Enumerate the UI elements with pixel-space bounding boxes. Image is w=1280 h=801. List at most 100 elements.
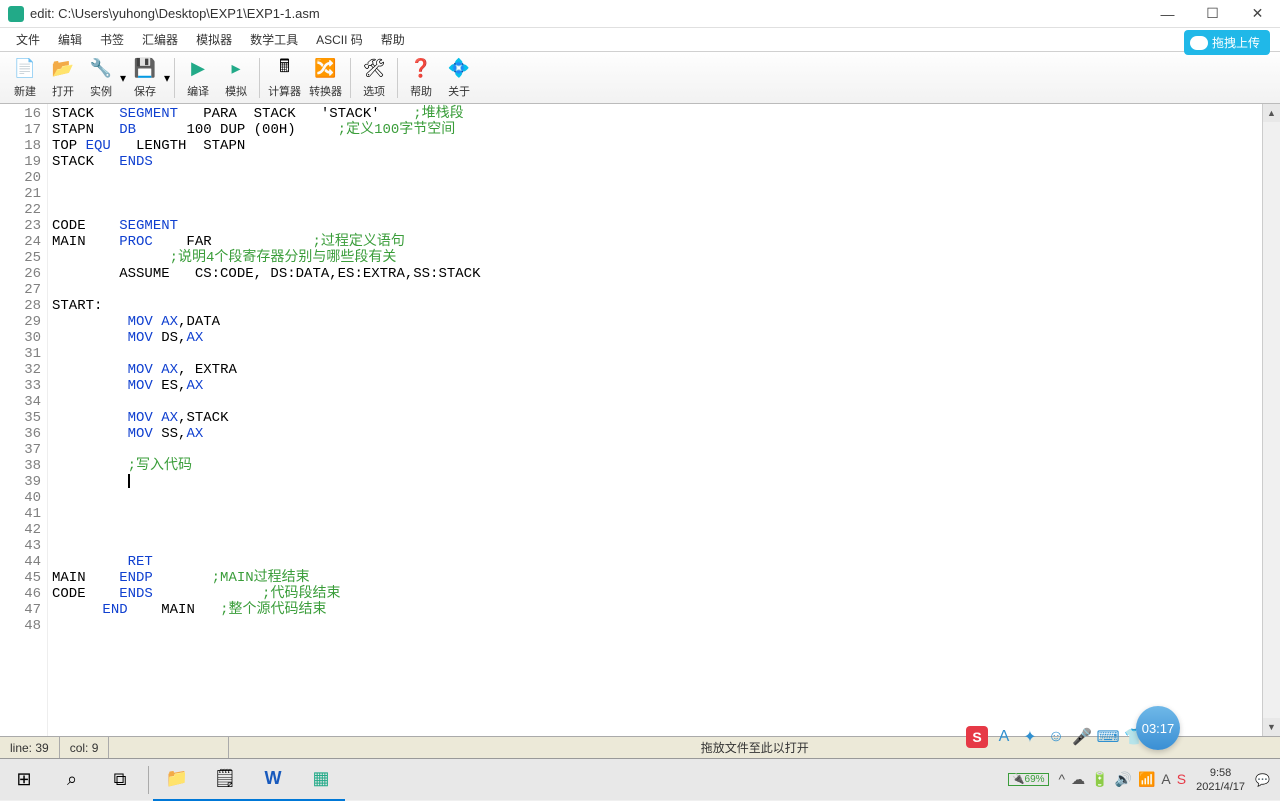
tool-关于[interactable]: 💠关于: [440, 54, 478, 102]
line-number-gutter: 1617181920212223242526272829303132333435…: [0, 104, 48, 736]
code-line[interactable]: [52, 202, 1280, 218]
code-line[interactable]: MAIN PROC FAR ;过程定义语句: [52, 234, 1280, 250]
ime-mic-icon[interactable]: 🎤: [1072, 727, 1092, 747]
menu-数学工具[interactable]: 数学工具: [242, 28, 306, 51]
tray-sogou-icon[interactable]: S: [1177, 771, 1186, 788]
tool-模拟[interactable]: ▸模拟: [217, 54, 255, 102]
code-line[interactable]: STACK ENDS: [52, 154, 1280, 170]
code-line[interactable]: MOV AX,DATA: [52, 314, 1280, 330]
模拟-icon: ▸: [224, 57, 248, 81]
dropdown-icon[interactable]: ▾: [164, 71, 170, 85]
code-line[interactable]: [52, 282, 1280, 298]
ime-punct-icon[interactable]: ✦: [1020, 727, 1040, 747]
关于-icon: 💠: [447, 57, 471, 81]
menu-编辑[interactable]: 编辑: [50, 28, 90, 51]
scroll-down-icon[interactable]: ▼: [1263, 718, 1280, 736]
code-line[interactable]: CODE SEGMENT: [52, 218, 1280, 234]
code-line[interactable]: ASSUME CS:CODE, DS:DATA,ES:EXTRA,SS:STAC…: [52, 266, 1280, 282]
tray-wifi-icon[interactable]: 📶: [1138, 771, 1155, 788]
clock[interactable]: 9:58 2021/4/17: [1196, 766, 1245, 794]
text-cursor: [128, 474, 130, 488]
code-line[interactable]: [52, 538, 1280, 554]
menu-文件[interactable]: 文件: [8, 28, 48, 51]
ime-letter-icon[interactable]: A: [994, 727, 1014, 747]
editor-area: 1617181920212223242526272829303132333435…: [0, 104, 1280, 736]
upload-label: 拖拽上传: [1212, 34, 1260, 51]
code-line[interactable]: [52, 506, 1280, 522]
tray-volume-icon[interactable]: 🔊: [1115, 771, 1132, 788]
window-title: edit: C:\Users\yuhong\Desktop\EXP1\EXP1-…: [30, 6, 1145, 21]
code-line[interactable]: MOV ES,AX: [52, 378, 1280, 394]
tool-新建[interactable]: 📄新建: [6, 54, 44, 102]
code-line[interactable]: MAIN ENDP ;MAIN过程结束: [52, 570, 1280, 586]
code-line[interactable]: ;写入代码: [52, 458, 1280, 474]
sogou-icon[interactable]: S: [966, 726, 988, 748]
upload-button[interactable]: 拖拽上传: [1184, 30, 1270, 55]
app2-task-icon[interactable]: 🗒: [201, 759, 249, 801]
taskview-button[interactable]: ⧉: [96, 759, 144, 801]
taskbar: ⊞ ⌕ ⧉ 📁 🗒 W ▦ 🔌 69% ^ ☁ 🔋 🔊 📶 A S 9:58 2…: [0, 758, 1280, 800]
tool-选项[interactable]: 🛠选项: [355, 54, 393, 102]
code-line[interactable]: STACK SEGMENT PARA STACK 'STACK' ;堆栈段: [52, 106, 1280, 122]
ime-keyboard-icon[interactable]: ⌨: [1098, 727, 1118, 747]
code-line[interactable]: TOP EQU LENGTH STAPN: [52, 138, 1280, 154]
code-line[interactable]: MOV SS,AX: [52, 426, 1280, 442]
tool-转换器[interactable]: 🔀转换器: [305, 54, 346, 102]
battery-icon[interactable]: 🔌 69%: [1008, 773, 1048, 786]
close-button[interactable]: ✕: [1235, 0, 1280, 28]
tool-打开[interactable]: 📂打开: [44, 54, 82, 102]
minimize-button[interactable]: —: [1145, 0, 1190, 28]
notifications-icon[interactable]: 💬: [1255, 773, 1270, 787]
code-line[interactable]: [52, 618, 1280, 634]
title-bar: edit: C:\Users\yuhong\Desktop\EXP1\EXP1-…: [0, 0, 1280, 28]
code-line[interactable]: [52, 186, 1280, 202]
tool-计算器[interactable]: 🖩计算器: [264, 54, 305, 102]
code-line[interactable]: [52, 442, 1280, 458]
status-col: col: 9: [60, 737, 110, 758]
scroll-up-icon[interactable]: ▲: [1263, 104, 1280, 122]
code-line[interactable]: CODE ENDS ;代码段结束: [52, 586, 1280, 602]
code-line[interactable]: MOV AX,STACK: [52, 410, 1280, 426]
vertical-scrollbar[interactable]: ▲ ▼: [1262, 104, 1280, 736]
emu-task-icon[interactable]: ▦: [297, 759, 345, 801]
code-line[interactable]: START:: [52, 298, 1280, 314]
code-line[interactable]: MOV AX, EXTRA: [52, 362, 1280, 378]
search-button[interactable]: ⌕: [48, 759, 96, 801]
menu-汇编器[interactable]: 汇编器: [134, 28, 186, 51]
start-button[interactable]: ⊞: [0, 759, 48, 801]
tray-power-icon[interactable]: 🔋: [1091, 771, 1108, 788]
tray-cloud-icon[interactable]: ☁: [1071, 771, 1085, 788]
menu-模拟器[interactable]: 模拟器: [188, 28, 240, 51]
menu-帮助[interactable]: 帮助: [373, 28, 413, 51]
code-line[interactable]: MOV DS,AX: [52, 330, 1280, 346]
status-empty: [109, 737, 229, 758]
code-editor[interactable]: STACK SEGMENT PARA STACK 'STACK' ;堆栈段STA…: [48, 104, 1280, 736]
转换器-icon: 🔀: [314, 57, 338, 81]
timer-badge[interactable]: 03:17: [1136, 706, 1180, 750]
tool-编译[interactable]: ▶编译: [179, 54, 217, 102]
code-line[interactable]: STAPN DB 100 DUP (00H) ;定义100字节空间: [52, 122, 1280, 138]
ime-emoji-icon[interactable]: ☺: [1046, 727, 1066, 747]
code-line[interactable]: ;说明4个段寄存器分别与哪些段有关: [52, 250, 1280, 266]
tool-帮助[interactable]: ❓帮助: [402, 54, 440, 102]
code-line[interactable]: [52, 522, 1280, 538]
code-line[interactable]: END MAIN ;整个源代码结束: [52, 602, 1280, 618]
menu-书签[interactable]: 书签: [92, 28, 132, 51]
menu-ASCII 码[interactable]: ASCII 码: [308, 28, 371, 51]
code-line[interactable]: [52, 474, 1280, 490]
code-line[interactable]: [52, 346, 1280, 362]
code-line[interactable]: [52, 490, 1280, 506]
tray-chevron-icon[interactable]: ^: [1059, 771, 1066, 788]
toolbar: 📄新建📂打开🔧实例▾💾保存▾▶编译▸模拟🖩计算器🔀转换器🛠选项❓帮助💠关于: [0, 52, 1280, 104]
帮助-icon: ❓: [409, 57, 433, 81]
新建-icon: 📄: [13, 57, 37, 81]
tool-保存[interactable]: 💾保存: [126, 54, 164, 102]
explorer-task-icon[interactable]: 📁: [153, 759, 201, 801]
tool-实例[interactable]: 🔧实例: [82, 54, 120, 102]
code-line[interactable]: [52, 394, 1280, 410]
word-task-icon[interactable]: W: [249, 759, 297, 801]
code-line[interactable]: [52, 170, 1280, 186]
code-line[interactable]: RET: [52, 554, 1280, 570]
tray-lang-icon[interactable]: A: [1161, 771, 1170, 788]
maximize-button[interactable]: ☐: [1190, 0, 1235, 28]
